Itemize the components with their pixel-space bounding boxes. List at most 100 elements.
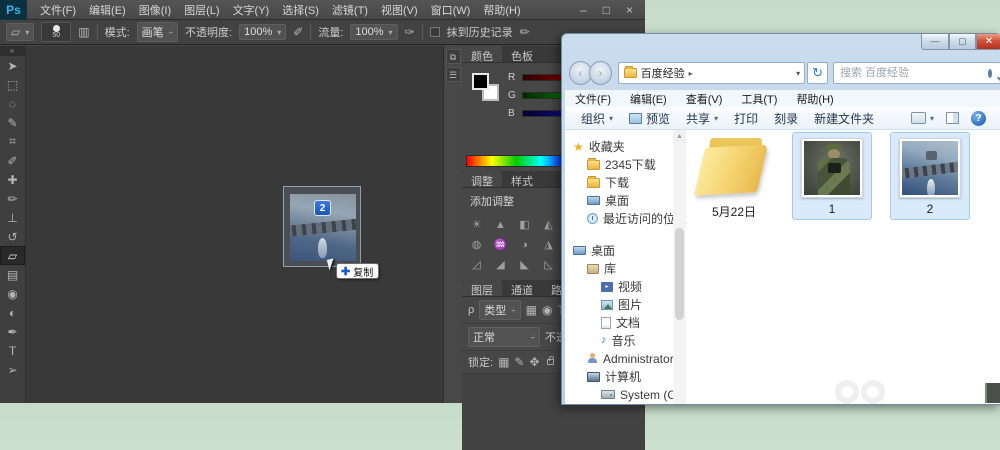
tab-swatches[interactable]: 色板 bbox=[502, 46, 542, 62]
sidebar-item-system-c[interactable]: System (C:) bbox=[601, 386, 683, 403]
share-button[interactable]: 共享 ▾ bbox=[686, 110, 718, 127]
explorer-minimize-button[interactable]: — bbox=[921, 34, 949, 50]
refresh-button[interactable]: ↻ bbox=[807, 62, 828, 84]
tool-move[interactable]: ➤ bbox=[0, 56, 25, 75]
lock-pixels-icon[interactable]: ✎ bbox=[514, 355, 524, 369]
tool-crop[interactable]: ⌗ bbox=[0, 132, 25, 151]
ps-canvas[interactable]: 2 ✚ 复制 bbox=[26, 46, 443, 403]
sidebar-item-2345-downloads[interactable]: 2345下载 bbox=[587, 156, 656, 173]
dragged-image-ghost[interactable]: 2 ✚ 复制 bbox=[283, 186, 361, 267]
sidebar-item-computer[interactable]: 计算机 bbox=[587, 368, 641, 385]
filter-pixel-icon[interactable]: ▦ bbox=[526, 303, 537, 317]
burn-button[interactable]: 刻录 bbox=[774, 110, 798, 127]
posterize-adjustment-icon[interactable]: ◢ bbox=[492, 258, 509, 273]
sidebar-item-libraries[interactable]: 库 bbox=[587, 260, 616, 277]
blend-mode-select[interactable]: 正常 ÷ bbox=[468, 327, 540, 347]
hue-adjustment-icon[interactable]: ◍ bbox=[468, 238, 485, 253]
tool-history-brush[interactable]: ↺ bbox=[0, 227, 25, 246]
sidebar-item-favorites[interactable]: ★收藏夹 bbox=[573, 138, 625, 155]
menu-help[interactable]: 帮助(H) bbox=[796, 91, 833, 107]
menu-edit[interactable]: 编辑(E) bbox=[630, 91, 667, 107]
preview-button[interactable]: 预览 bbox=[629, 110, 670, 127]
ps-close-button[interactable]: × bbox=[626, 3, 633, 17]
tab-channels[interactable]: 通道 bbox=[502, 280, 542, 296]
filter-adjustment-icon[interactable]: ◉ bbox=[542, 303, 552, 317]
tool-clone-stamp[interactable]: ⊥ bbox=[0, 208, 25, 227]
scrollbar-thumb[interactable] bbox=[675, 228, 684, 320]
tool-lasso[interactable]: ◌ bbox=[0, 94, 25, 113]
flow-select[interactable]: 100% ▾ bbox=[350, 24, 397, 40]
sidebar-item-desktop-fav[interactable]: 桌面 bbox=[587, 192, 629, 209]
ps-menu-help[interactable]: 帮助(H) bbox=[483, 2, 520, 18]
tool-healing-brush[interactable]: ✚ bbox=[0, 170, 25, 189]
lock-all-icon[interactable] bbox=[547, 359, 554, 365]
ps-maximize-button[interactable]: □ bbox=[603, 3, 610, 17]
sidebar-item-documents[interactable]: 文档 bbox=[601, 314, 640, 331]
threshold-adjustment-icon[interactable]: ◣ bbox=[516, 258, 533, 273]
forward-button[interactable]: › bbox=[589, 61, 612, 85]
tool-gradient[interactable]: ▤ bbox=[0, 265, 25, 284]
sidebar-item-administrator[interactable]: Administrator bbox=[587, 350, 674, 367]
breadcrumb[interactable]: 百度经验 bbox=[641, 65, 685, 81]
ps-menu-edit[interactable]: 编辑(E) bbox=[89, 2, 126, 18]
levels-adjustment-icon[interactable]: ▲ bbox=[492, 218, 509, 233]
organize-button[interactable]: 组织 ▾ bbox=[581, 110, 613, 127]
explorer-maximize-button[interactable]: ▢ bbox=[949, 34, 976, 50]
black-white-adjustment-icon[interactable]: ◑ bbox=[516, 238, 533, 253]
tab-styles[interactable]: 样式 bbox=[502, 171, 542, 187]
dock-properties-panel-icon[interactable]: ⧉ bbox=[446, 49, 461, 64]
ps-menu-window[interactable]: 窗口(W) bbox=[431, 2, 471, 18]
tool-eyedropper[interactable]: ✐ bbox=[0, 151, 25, 170]
ps-menu-filter[interactable]: 滤镜(T) bbox=[332, 2, 368, 18]
lock-transparency-icon[interactable]: ▦ bbox=[498, 355, 509, 369]
tool-pen[interactable]: ✒ bbox=[0, 322, 25, 341]
opacity-select[interactable]: 100% ▾ bbox=[239, 24, 286, 40]
sidebar-item-videos[interactable]: ▸视频 bbox=[601, 278, 642, 295]
ps-menu-file[interactable]: 文件(F) bbox=[40, 2, 76, 18]
mode-select[interactable]: 画笔 ÷ bbox=[137, 22, 178, 42]
tool-dodge[interactable]: ◐ bbox=[0, 303, 25, 322]
erase-to-history-checkbox[interactable] bbox=[430, 27, 440, 37]
brightness-adjustment-icon[interactable]: ☀ bbox=[468, 218, 485, 233]
menu-tools[interactable]: 工具(T) bbox=[741, 91, 777, 107]
address-dropdown-icon[interactable]: ▾ bbox=[796, 69, 800, 78]
tool-quick-selection[interactable]: ✎ bbox=[0, 113, 25, 132]
ps-menu-layer[interactable]: 图层(L) bbox=[184, 2, 219, 18]
sidebar-item-downloads[interactable]: 下载 bbox=[587, 174, 629, 191]
tool-eraser-selected[interactable]: ▱ bbox=[0, 246, 25, 265]
curves-adjustment-icon[interactable]: ◧ bbox=[516, 218, 533, 233]
pressure-opacity-icon[interactable]: ✐ bbox=[293, 25, 303, 39]
search-box[interactable] bbox=[833, 62, 1000, 84]
folder-item-may22[interactable]: 5月22日 bbox=[694, 134, 774, 223]
menu-view[interactable]: 查看(V) bbox=[686, 91, 723, 107]
brush-size-picker[interactable]: 50 bbox=[41, 22, 71, 42]
new-folder-button[interactable]: 新建文件夹 bbox=[814, 110, 874, 127]
sidebar-item-pictures[interactable]: 图片 bbox=[601, 296, 642, 313]
views-button[interactable]: ▾ bbox=[911, 112, 934, 124]
invert-adjustment-icon[interactable]: ◿ bbox=[468, 258, 485, 273]
sidebar-scrollbar[interactable]: ▲ bbox=[673, 130, 686, 404]
preview-pane-toggle-icon[interactable] bbox=[946, 112, 959, 124]
tool-type[interactable]: T bbox=[0, 341, 25, 360]
image-item-1[interactable]: 1 bbox=[792, 132, 872, 220]
tab-color[interactable]: 颜色 bbox=[462, 46, 502, 62]
address-bar[interactable]: 百度经验 ▸ ▾ bbox=[618, 62, 805, 84]
help-icon[interactable]: ? bbox=[971, 111, 986, 126]
tool-brush[interactable]: ✏ bbox=[0, 189, 25, 208]
toolbox-collapse-icon[interactable]: » bbox=[0, 46, 25, 56]
tool-marquee[interactable]: ⬚ bbox=[0, 75, 25, 94]
airbrush-icon[interactable]: ✑ bbox=[405, 25, 415, 39]
tool-path-selection[interactable]: ➢ bbox=[0, 360, 25, 379]
foreground-color-swatch[interactable] bbox=[472, 73, 489, 90]
dock-info-panel-icon[interactable]: ☰ bbox=[446, 67, 461, 82]
image-item-2[interactable]: 2 bbox=[890, 132, 970, 220]
menu-file[interactable]: 文件(F) bbox=[575, 91, 611, 107]
gradient-map-adjustment-icon[interactable]: ◺ bbox=[540, 258, 557, 273]
ps-menu-view[interactable]: 视图(V) bbox=[381, 2, 418, 18]
ps-menu-type[interactable]: 文字(Y) bbox=[233, 2, 270, 18]
exposure-adjustment-icon[interactable]: ◭ bbox=[540, 218, 557, 233]
toggle-brush-panel-icon[interactable]: ▥ bbox=[78, 25, 89, 39]
search-input[interactable] bbox=[834, 67, 988, 79]
eraser-tool-preset[interactable]: ▱ ▾ bbox=[6, 23, 34, 41]
ps-minimize-button[interactable]: – bbox=[580, 3, 587, 17]
